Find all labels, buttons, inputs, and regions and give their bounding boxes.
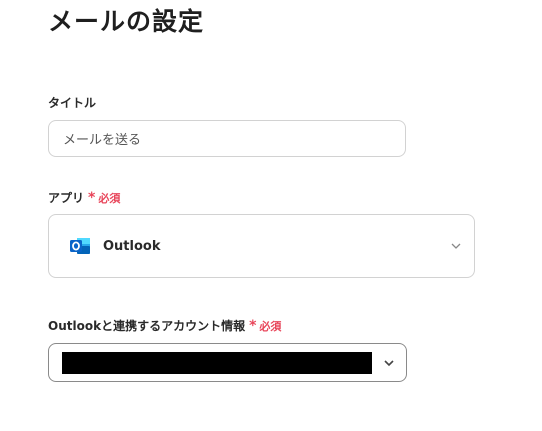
app-select[interactable]: Outlook (48, 214, 475, 278)
outlook-icon (69, 235, 91, 257)
required-star: * (88, 190, 96, 206)
chevron-down-icon (449, 239, 463, 253)
page-title: メールの設定 (48, 7, 205, 36)
app-field-label-text: アプリ (48, 191, 85, 205)
chevron-down-icon (382, 356, 396, 370)
required-badge: * 必須 (249, 318, 282, 334)
required-text: 必須 (98, 192, 121, 205)
required-text: 必須 (259, 320, 282, 333)
selected-app-name: Outlook (103, 238, 161, 254)
app-field-label: アプリ * 必須 (48, 190, 120, 207)
account-field-label: Outlookと連携するアカウント情報 * 必須 (48, 318, 281, 335)
required-badge: * 必須 (88, 190, 121, 206)
account-field-label-text: Outlookと連携するアカウント情報 (48, 319, 246, 333)
redacted-account-value (62, 352, 372, 374)
account-select[interactable] (48, 343, 407, 382)
title-input[interactable]: メールを送る (48, 120, 406, 157)
title-input-value: メールを送る (63, 133, 142, 148)
required-star: * (249, 318, 257, 334)
title-field-label: タイトル (48, 95, 96, 111)
title-field-label-text: タイトル (48, 96, 97, 110)
mail-settings-page: メールの設定 タイトル メールを送る アプリ * 必須 Outlook Outloo… (0, 0, 542, 431)
